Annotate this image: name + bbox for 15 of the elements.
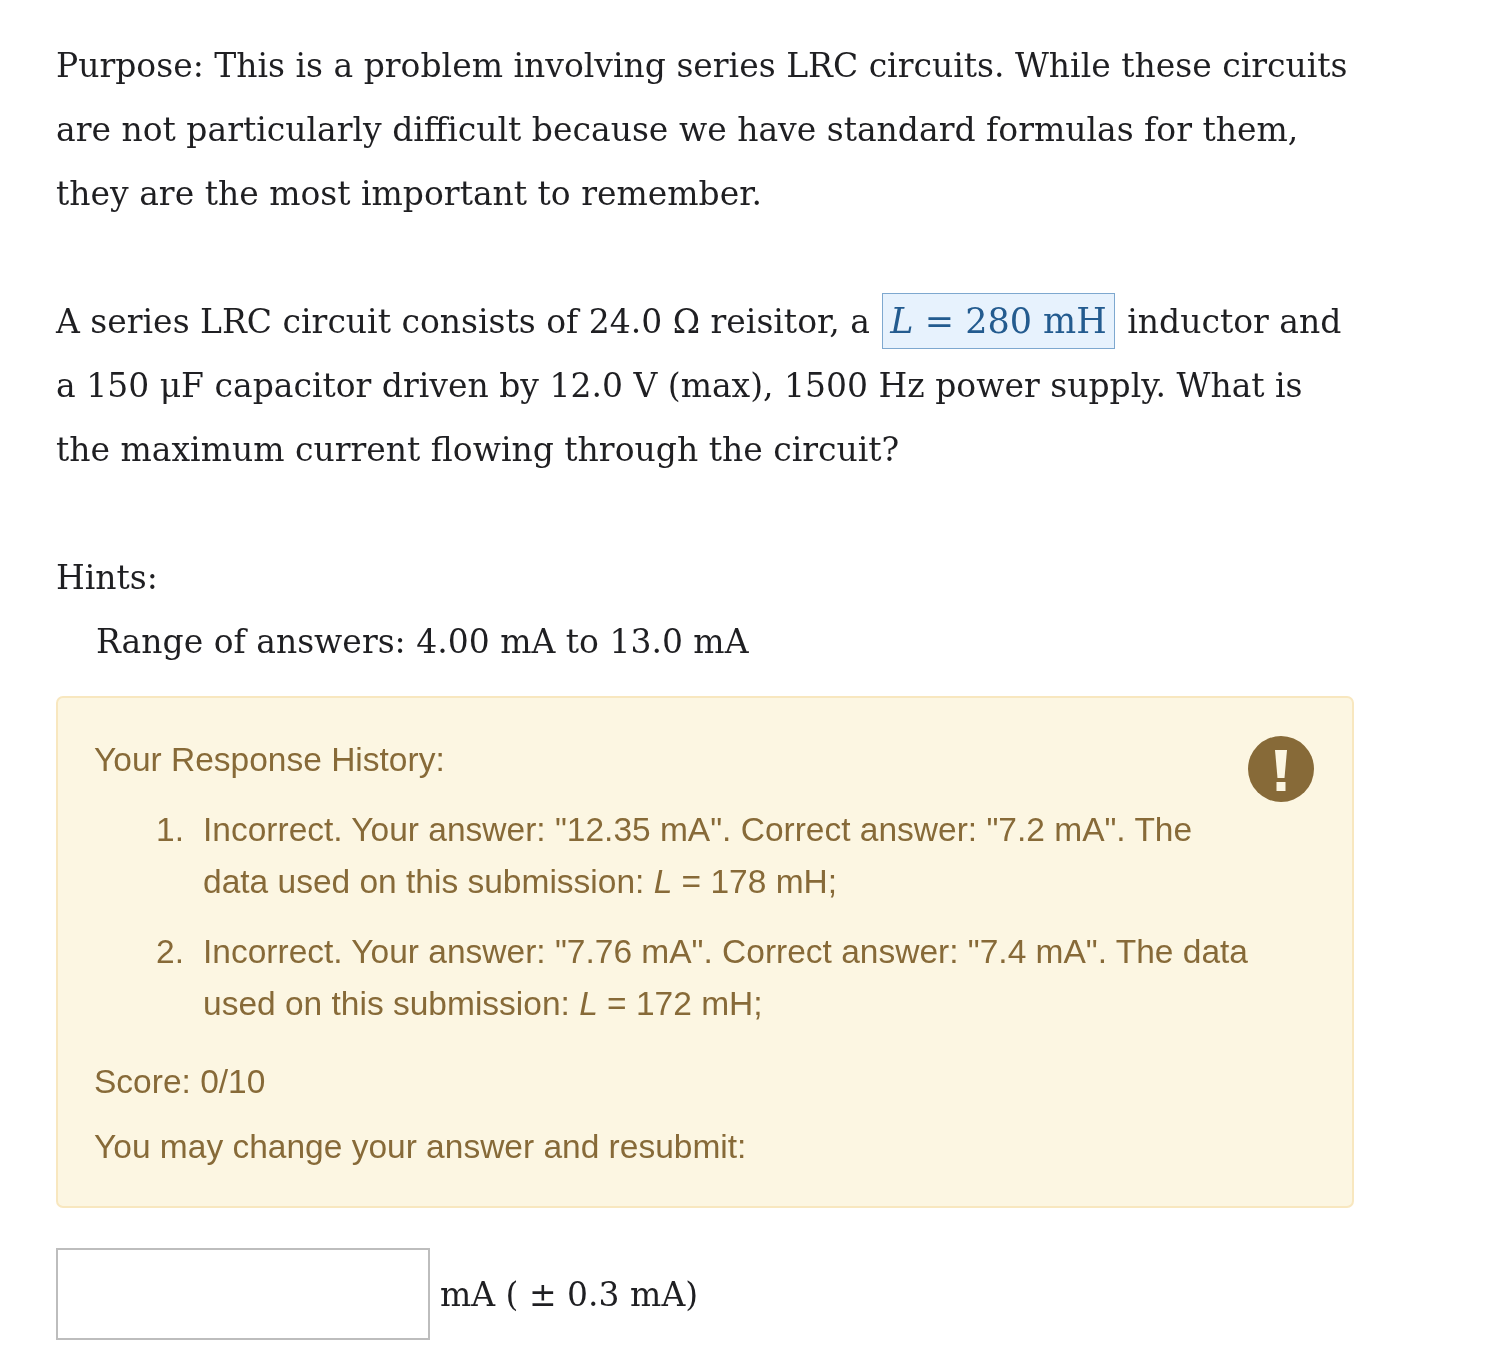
list-number: 1. bbox=[156, 810, 185, 850]
score-text: Score: 0/10 bbox=[94, 1062, 267, 1102]
highlighted-value: L = 280 mH bbox=[882, 293, 1115, 349]
hints-label: Hints: bbox=[56, 557, 159, 599]
panel-title: Your Response History: bbox=[94, 740, 445, 780]
exclamation-icon bbox=[1248, 736, 1314, 802]
question-paragraph: A series LRC circuit consists of 24.0 Ω reisitor, a L = 280 mH inductor and a 150 μF capacitor driven by 12.0 V (max), 1500 Hz power supply. What is the maximum current flowing through the circuit? bbox=[56, 290, 1356, 482]
response-entry-text: Incorrect. Your answer: "12.35 mA". Correct answer: "7.2 mA". The data used on this submission: L = 178 mH; bbox=[203, 810, 1194, 902]
unit-label: mA ( ± 0.3 mA) bbox=[440, 1274, 699, 1314]
resubmit-message: You may change your answer and resubmit: bbox=[94, 1127, 748, 1167]
response-entry-text: Incorrect. Your answer: "7.76 mA". Correct answer: "7.4 mA". The data used on this submission: L = 172 mH; bbox=[203, 932, 1249, 1024]
purpose-paragraph: Purpose: This is a problem involving series LRC circuits. While these circuits are not particularly difficult because we have standard formulas for them, they are the most important to remember. bbox=[56, 45, 1349, 215]
hint-text: Range of answers: 4.00 mA to 13.0 mA bbox=[95, 621, 750, 663]
answer-field[interactable] bbox=[56, 1248, 430, 1340]
list-number: 2. bbox=[156, 932, 185, 972]
